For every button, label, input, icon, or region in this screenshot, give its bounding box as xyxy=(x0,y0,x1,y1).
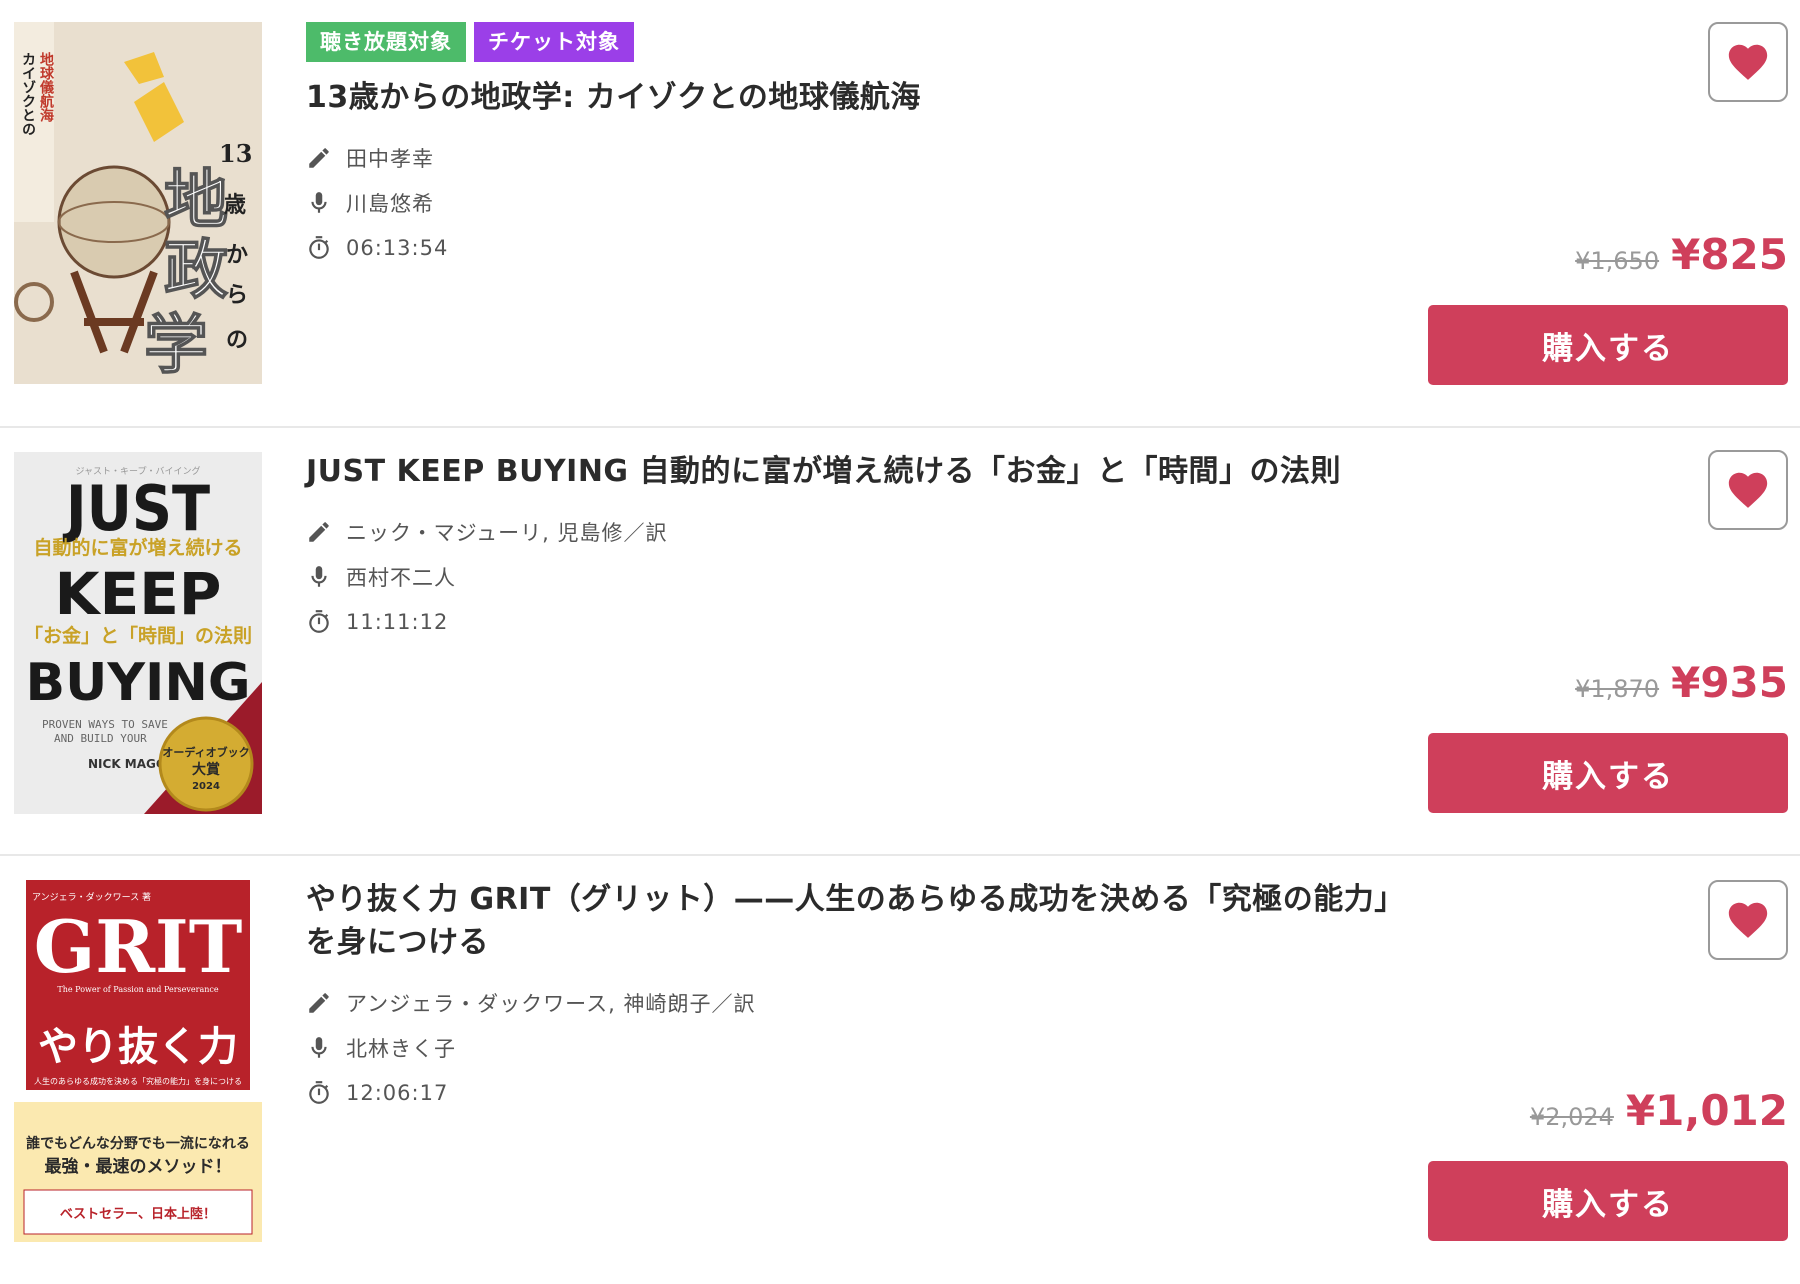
svg-text:の: の xyxy=(226,327,248,353)
list-item: ジャスト・キープ・バイイング JUST 自動的に富が増え続ける KEEP 「お金… xyxy=(0,428,1800,856)
buy-button[interactable]: 購入する xyxy=(1428,733,1788,813)
buy-button[interactable]: 購入する xyxy=(1428,1161,1788,1241)
duration-value: 06:13:54 xyxy=(346,235,449,260)
cover-big-text-2: 政 xyxy=(164,233,228,308)
sale-price: ¥825 xyxy=(1671,230,1788,279)
narrator-name[interactable]: 西村不二人 xyxy=(346,562,456,592)
microphone-icon xyxy=(306,1035,332,1061)
timer-icon xyxy=(306,1080,332,1106)
book-cover[interactable]: ジャスト・キープ・バイイング JUST 自動的に富が増え続ける KEEP 「お金… xyxy=(14,452,262,814)
microphone-icon xyxy=(306,190,332,216)
cover-side-text: 13 xyxy=(219,139,252,168)
cover-image: アンジェラ・ダックワース 著 GRIT The Power of Passion… xyxy=(14,880,262,1242)
book-meta: アンジェラ・ダックワース, 神崎朗子／訳 北林きく子 12:06:17 xyxy=(306,980,1416,1115)
duration-row: 06:13:54 xyxy=(306,225,1416,270)
cover-sub-text: The Power of Passion and Perseverance xyxy=(57,985,218,994)
book-info: 聴き放題対象 チケット対象 13歳からの地政学: カイゾクとの地球儀航海 田中孝… xyxy=(306,22,1416,270)
pencil-icon xyxy=(306,990,332,1016)
cover-image: ジャスト・キープ・バイイング JUST 自動的に富が増え続ける KEEP 「お金… xyxy=(14,452,262,814)
book-cover[interactable]: アンジェラ・ダックワース 著 GRIT The Power of Passion… xyxy=(14,880,262,1242)
favorite-button[interactable] xyxy=(1708,880,1788,960)
price-group: ¥1,650 ¥825 xyxy=(1575,230,1788,279)
heart-icon xyxy=(1728,902,1768,938)
cover-blurb-3: ベストセラー、日本上陸！ xyxy=(60,1206,216,1222)
sale-price: ¥1,012 xyxy=(1625,1086,1788,1135)
pencil-icon xyxy=(306,145,332,171)
svg-text:地球儀航海: 地球儀航海 xyxy=(38,51,55,123)
favorite-button[interactable] xyxy=(1708,450,1788,530)
list-item: 地 政 学 13 歳 か ら の カイゾクとの 地球儀航海 聴き放題対象 チケッ… xyxy=(0,0,1800,428)
svg-text:か: か xyxy=(226,242,248,268)
unlimited-badge: 聴き放題対象 xyxy=(306,22,466,62)
price-group: ¥2,024 ¥1,012 xyxy=(1530,1086,1788,1135)
sale-price: ¥935 xyxy=(1671,658,1788,707)
cover-blurb-2: 最強・最速のメソッド！ xyxy=(45,1156,232,1177)
book-title[interactable]: 13歳からの地政学: カイゾクとの地球儀航海 xyxy=(306,76,1416,119)
cover-blurb-1: 誰でもどんな分野でも一流になれる xyxy=(26,1135,250,1152)
author-name[interactable]: ニック・マジューリ, 児島修／訳 xyxy=(346,517,667,547)
narrator-row: 西村不二人 xyxy=(306,554,1416,599)
author-row: アンジェラ・ダックワース, 神崎朗子／訳 xyxy=(306,980,1416,1025)
narrator-name[interactable]: 川島悠希 xyxy=(346,188,434,218)
cover-author: NICK MAGGI xyxy=(88,757,170,771)
buy-button[interactable]: 購入する xyxy=(1428,305,1788,385)
cover-line-2: KEEP xyxy=(55,560,222,628)
author-name[interactable]: 田中孝幸 xyxy=(346,143,434,173)
author-row: 田中孝幸 xyxy=(306,135,1416,180)
original-price: ¥1,650 xyxy=(1575,247,1660,275)
badge-group: 聴き放題対象 チケット対象 xyxy=(306,22,1416,62)
svg-text:歳: 歳 xyxy=(224,192,246,218)
book-meta: ニック・マジューリ, 児島修／訳 西村不二人 11:11:12 xyxy=(306,509,1416,644)
ticket-badge: チケット対象 xyxy=(474,22,634,62)
narrator-name[interactable]: 北林きく子 xyxy=(346,1033,456,1063)
book-meta: 田中孝幸 川島悠希 06:13:54 xyxy=(306,135,1416,270)
book-info: JUST KEEP BUYING 自動的に富が増え続ける「お金」と「時間」の法則… xyxy=(306,450,1416,644)
book-title[interactable]: やり抜く力 GRIT（グリット）——人生のあらゆる成功を決める「究極の能力」を身… xyxy=(306,878,1416,964)
award-text-3: 2024 xyxy=(192,781,220,792)
original-price: ¥2,024 xyxy=(1529,1103,1614,1131)
duration-value: 12:06:17 xyxy=(346,1080,449,1105)
cover-big-text: GRIT xyxy=(34,904,243,989)
price-group: ¥1,870 ¥935 xyxy=(1575,658,1788,707)
book-title[interactable]: JUST KEEP BUYING 自動的に富が増え続ける「お金」と「時間」の法則 xyxy=(306,450,1416,493)
duration-row: 12:06:17 xyxy=(306,1070,1416,1115)
book-cover[interactable]: 地 政 学 13 歳 か ら の カイゾクとの 地球儀航海 xyxy=(14,22,262,384)
heart-icon xyxy=(1728,44,1768,80)
svg-text:ら: ら xyxy=(226,282,248,308)
cover-tagline: 人生のあらゆる成功を決める「究極の能力」を身につける xyxy=(34,1076,242,1086)
heart-icon xyxy=(1728,472,1768,508)
duration-row: 11:11:12 xyxy=(306,599,1416,644)
cover-big-text-1: 地 xyxy=(164,163,228,238)
cover-jp-title: やり抜く力 xyxy=(38,1024,238,1070)
author-row: ニック・マジューリ, 児島修／訳 xyxy=(306,509,1416,554)
cover-top-text: アンジェラ・ダックワース 著 xyxy=(32,891,151,903)
cover-line-1: JUST xyxy=(62,472,210,545)
award-text-2: 大賞 xyxy=(192,761,220,778)
microphone-icon xyxy=(306,564,332,590)
pencil-icon xyxy=(306,519,332,545)
favorite-button[interactable] xyxy=(1708,22,1788,102)
cover-sub-2: 「お金」と「時間」の法則 xyxy=(24,624,252,647)
timer-icon xyxy=(306,609,332,635)
list-item: アンジェラ・ダックワース 著 GRIT The Power of Passion… xyxy=(0,856,1800,1284)
timer-icon xyxy=(306,235,332,261)
author-name[interactable]: アンジェラ・ダックワース, 神崎朗子／訳 xyxy=(346,988,755,1018)
book-info: やり抜く力 GRIT（グリット）——人生のあらゆる成功を決める「究極の能力」を身… xyxy=(306,878,1416,1115)
cover-label: カイゾクとの xyxy=(20,52,36,136)
cover-big-text-3: 学 xyxy=(144,308,208,383)
narrator-row: 北林きく子 xyxy=(306,1025,1416,1070)
cover-sub-1: 自動的に富が増え続ける xyxy=(33,536,242,559)
cover-eng-2: AND BUILD YOUR xyxy=(54,732,147,745)
award-text-1: オーディオブック xyxy=(162,745,249,759)
original-price: ¥1,870 xyxy=(1575,675,1660,703)
cover-eng-1: PROVEN WAYS TO SAVE xyxy=(42,718,168,731)
cover-image: 地 政 学 13 歳 か ら の カイゾクとの 地球儀航海 xyxy=(14,22,262,384)
duration-value: 11:11:12 xyxy=(346,609,449,634)
narrator-row: 川島悠希 xyxy=(306,180,1416,225)
cover-line-3: BUYING xyxy=(25,653,250,713)
